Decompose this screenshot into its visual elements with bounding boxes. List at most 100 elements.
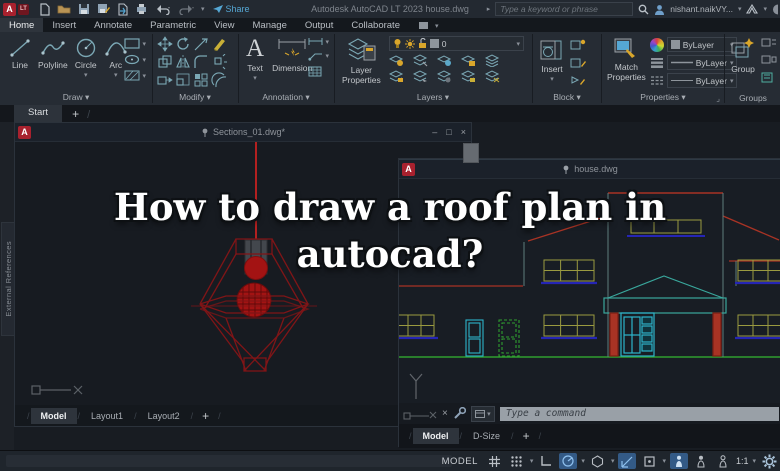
new-file-icon[interactable] [39,2,50,16]
user-menu-caret-icon[interactable]: ▾ [738,5,742,13]
fillet-tool[interactable] [193,54,211,72]
window-close-button[interactable]: × [461,127,466,137]
sections-new-layout-button[interactable]: + [194,409,217,423]
sections-layout1-tab[interactable]: Layout1 [81,408,133,424]
draw-panel-label[interactable]: Draw ▾ [2,92,150,103]
rectangle-tool[interactable]: ▾ [124,38,146,49]
customize-wrench-icon[interactable] [453,407,466,420]
group-selectable-tool[interactable] [761,72,777,84]
match-properties-button[interactable]: Match Properties [607,37,646,88]
ribbon-overflow-button[interactable]: ▾ [409,18,448,32]
ortho-mode-toggle-icon[interactable] [537,453,555,469]
layer-properties-button[interactable]: Layer Properties [342,36,381,85]
properties-dialog-launcher-icon[interactable]: ⌟ [716,94,720,103]
hatch-tool[interactable]: ▾ [124,70,146,81]
block-attributes-tool[interactable] [570,75,586,87]
layer-previous-tool[interactable] [412,70,428,83]
layer-lock-tool[interactable] [460,54,476,67]
polar-tracking-toggle-icon[interactable] [559,453,578,469]
polar-caret-icon[interactable]: ▾ [581,457,585,465]
create-block-tool[interactable] [570,39,586,51]
new-drawing-tab-button[interactable]: + [72,107,79,122]
polyline-tool[interactable]: Polyline [38,37,68,79]
tab-collaborate[interactable]: Collaborate [342,18,409,32]
ellipse-tool[interactable]: ▾ [124,54,146,65]
customization-gear-icon[interactable] [760,453,778,469]
color-wheel-icon[interactable] [649,37,664,52]
explode-tool[interactable] [211,54,229,72]
layer-off-tool[interactable] [436,70,452,83]
group-button[interactable]: Group [730,37,756,84]
command-input[interactable] [499,408,779,419]
isodraft-caret-icon[interactable]: ▾ [611,457,615,465]
search-input[interactable] [495,2,634,16]
snap-caret-icon[interactable]: ▾ [530,457,534,465]
array-tool[interactable] [193,72,211,90]
layer-make-current-tool[interactable] [388,70,404,83]
insert-caret-icon[interactable]: ▾ [550,75,554,83]
layer-lock-fade-tool[interactable] [460,70,476,83]
search-icon[interactable] [638,4,649,15]
redo-icon[interactable] [178,4,194,15]
model-space-button[interactable]: MODEL [442,456,478,467]
customize-toolbar-caret-icon[interactable]: ▾ [201,5,205,13]
sections-layout2-tab[interactable]: Layout2 [138,408,190,424]
autoscale-toggle-icon[interactable] [692,453,710,469]
user-avatar-icon[interactable] [654,4,665,15]
offset-tool[interactable] [211,72,229,90]
layer-unisolate-tool[interactable] [412,54,428,67]
save-as-icon[interactable] [97,3,110,15]
layer-isolate-tool[interactable] [388,54,404,67]
house-new-layout-button[interactable]: + [515,429,538,443]
layer-match-tool[interactable] [484,54,500,67]
modify-panel-label[interactable]: Modify ▾ [154,92,236,103]
recent-commands-button[interactable]: ▾ [470,405,495,422]
export-icon[interactable] [117,2,128,16]
tab-annotate[interactable]: Annotate [85,18,141,32]
layers-panel-label[interactable]: Layers ▾ [336,92,530,103]
tab-output[interactable]: Output [296,18,343,32]
share-button[interactable]: Share [212,4,250,14]
text-tool[interactable]: A Text ▾ [246,36,264,83]
house-canvas[interactable] [399,179,780,403]
linetype-icon[interactable] [650,75,664,86]
tab-insert[interactable]: Insert [43,18,85,32]
copy-tool[interactable] [157,54,175,72]
annotation-scale-icon[interactable] [714,453,732,469]
rotate-tool[interactable] [175,36,193,54]
edit-block-tool[interactable] [570,57,586,69]
ungroup-tool[interactable] [761,38,777,50]
search-expand-icon[interactable]: ▸ [487,5,491,13]
account-caret-icon[interactable]: ▾ [763,5,767,13]
object-snap-tracking-toggle-icon[interactable] [618,453,637,469]
groups-panel-label[interactable]: Groups [726,93,780,103]
circle-tool[interactable]: Circle ▾ [74,37,98,79]
tab-parametric[interactable]: Parametric [141,18,205,32]
snap-mode-toggle-icon[interactable] [508,453,526,469]
start-file-tab[interactable]: Start [14,105,63,122]
open-folder-icon[interactable] [57,3,71,15]
external-references-palette-tab[interactable]: External References [1,222,15,336]
help-icon[interactable] [772,4,778,15]
sections-scrollbar-thumb[interactable] [463,143,479,163]
close-command-line-icon[interactable]: × [442,408,448,419]
layer-merge-tool[interactable] [484,70,500,83]
sections-model-tab[interactable]: Model [30,407,77,424]
annotation-panel-label[interactable]: Annotation ▾ [240,92,332,103]
tab-manage[interactable]: Manage [244,18,296,32]
leader-tool[interactable]: ▾ [308,51,329,61]
circle-caret-icon[interactable]: ▾ [84,71,88,79]
house-model-tab[interactable]: Model [412,428,459,444]
insert-block-button[interactable]: Insert ▾ [539,37,565,87]
object-snap-caret-icon[interactable]: ▾ [662,457,666,465]
mirror-tool[interactable] [175,54,193,72]
properties-panel-label[interactable]: Properties ▾ ⌟ [603,92,723,103]
house-window-title-bar[interactable]: A house.dwg [399,159,780,179]
trim-tool[interactable] [193,36,211,54]
isodraft-toggle-icon[interactable] [589,453,607,469]
layer-freeze-tool[interactable] [436,54,452,67]
window-minimize-button[interactable]: – [432,127,437,137]
lineweight-icon[interactable] [650,57,664,68]
object-snap-toggle-icon[interactable] [640,453,658,469]
autocad-logo-icon[interactable]: A [3,2,16,16]
